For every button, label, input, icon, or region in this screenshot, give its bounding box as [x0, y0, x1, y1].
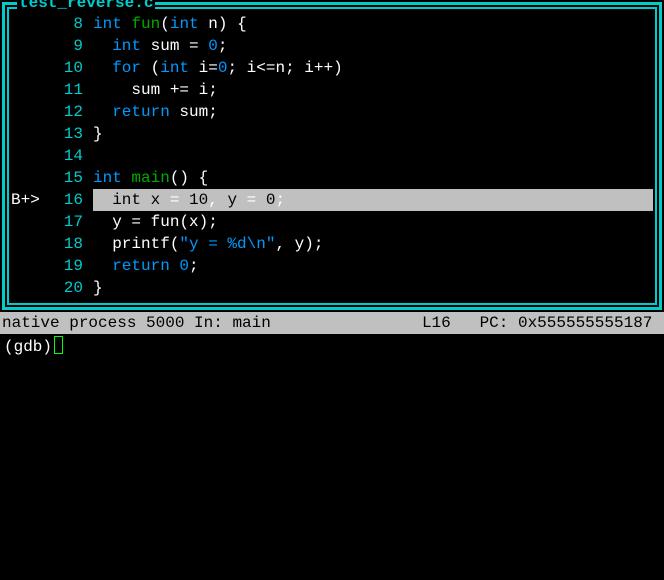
code-line: 12 return sum;: [11, 101, 653, 123]
code-line: 15int main() {: [11, 167, 653, 189]
line-number: 11: [45, 79, 93, 101]
gdb-prompt-area[interactable]: (gdb): [0, 334, 664, 356]
breakpoint-marker: [11, 145, 45, 167]
code-content: sum += i;: [93, 79, 653, 101]
code-line: 11 sum += i;: [11, 79, 653, 101]
breakpoint-marker: [11, 57, 45, 79]
line-number: 13: [45, 123, 93, 145]
status-left: native process 5000 In: main: [2, 312, 422, 334]
breakpoint-marker: [11, 101, 45, 123]
line-number: 10: [45, 57, 93, 79]
code-content: }: [93, 123, 653, 145]
code-line: 10 for (int i=0; i<=n; i++): [11, 57, 653, 79]
cursor-icon: [54, 336, 63, 354]
code-content: int x = 10, y = 0;: [93, 189, 653, 211]
breakpoint-marker: B+>: [11, 189, 45, 211]
line-number: 20: [45, 277, 93, 299]
line-number: 17: [45, 211, 93, 233]
code-line: 19 return 0;: [11, 255, 653, 277]
code-line: 18 printf("y = %d\n", y);: [11, 233, 653, 255]
terminal-empty-area[interactable]: [0, 356, 664, 516]
breakpoint-marker: [11, 13, 45, 35]
code-line: 9 int sum = 0;: [11, 35, 653, 57]
code-content: int main() {: [93, 167, 653, 189]
breakpoint-marker: [11, 255, 45, 277]
breakpoint-marker: [11, 35, 45, 57]
source-window: test_reverse.c 8int fun(int n) {9 int su…: [2, 2, 662, 310]
line-number: 18: [45, 233, 93, 255]
code-line: 17 y = fun(x);: [11, 211, 653, 233]
code-pane[interactable]: 8int fun(int n) {9 int sum = 0;10 for (i…: [7, 7, 657, 305]
breakpoint-marker: [11, 211, 45, 233]
code-content: [93, 145, 653, 167]
code-content: int sum = 0;: [93, 35, 653, 57]
line-number: 19: [45, 255, 93, 277]
breakpoint-marker: [11, 277, 45, 299]
code-content: for (int i=0; i<=n; i++): [93, 57, 653, 79]
code-line: 13}: [11, 123, 653, 145]
code-line: 8int fun(int n) {: [11, 13, 653, 35]
status-right: L16 PC: 0x555555555187: [422, 312, 662, 334]
breakpoint-marker: [11, 167, 45, 189]
status-bar: native process 5000 In: main L16 PC: 0x5…: [0, 312, 664, 334]
code-content: int fun(int n) {: [93, 13, 653, 35]
window-title: test_reverse.c: [17, 0, 155, 12]
code-line: 14: [11, 145, 653, 167]
line-number: 9: [45, 35, 93, 57]
line-number: 12: [45, 101, 93, 123]
code-content: y = fun(x);: [93, 211, 653, 233]
breakpoint-marker: [11, 123, 45, 145]
line-number: 16: [45, 189, 93, 211]
breakpoint-marker: [11, 79, 45, 101]
line-number: 15: [45, 167, 93, 189]
code-content: printf("y = %d\n", y);: [93, 233, 653, 255]
gdb-prompt: (gdb): [4, 336, 52, 354]
code-content: return 0;: [93, 255, 653, 277]
code-line: 20}: [11, 277, 653, 299]
breakpoint-marker: [11, 233, 45, 255]
line-number: 14: [45, 145, 93, 167]
code-content: return sum;: [93, 101, 653, 123]
line-number: 8: [45, 13, 93, 35]
code-line: B+>16 int x = 10, y = 0;: [11, 189, 653, 211]
code-content: }: [93, 277, 653, 299]
